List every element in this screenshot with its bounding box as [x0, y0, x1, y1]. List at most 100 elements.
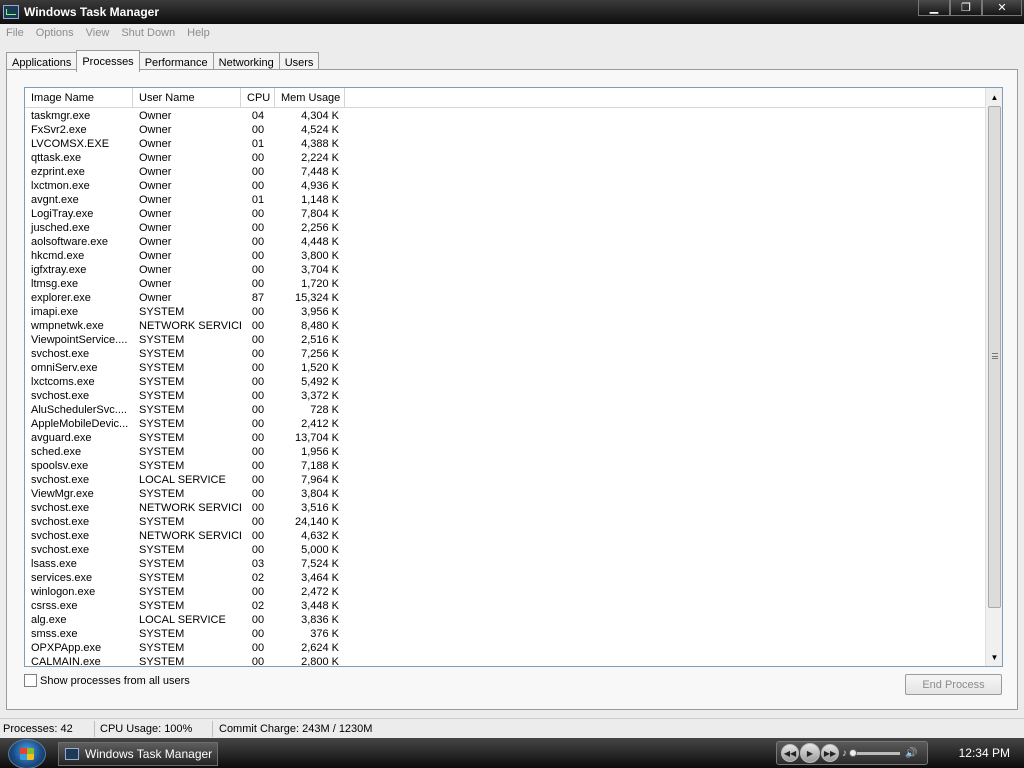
menu-options[interactable]: Options: [30, 27, 80, 39]
process-row[interactable]: svchost.exe SYSTEM 00 24,140 K: [25, 515, 987, 529]
process-row[interactable]: explorer.exe Owner 87 15,324 K: [25, 291, 987, 305]
process-row[interactable]: hkcmd.exe Owner 00 3,800 K: [25, 249, 987, 263]
process-cpu: 00: [251, 278, 265, 290]
process-row[interactable]: csrss.exe SYSTEM 02 3,448 K: [25, 599, 987, 613]
process-row[interactable]: ltmsg.exe Owner 00 1,720 K: [25, 277, 987, 291]
scroll-thumb[interactable]: [988, 106, 1001, 608]
show-all-users-label[interactable]: Show processes from all users: [40, 675, 190, 687]
column-image-name[interactable]: Image Name: [25, 88, 133, 108]
process-cpu: 00: [251, 544, 265, 556]
minimize-button[interactable]: ▁: [918, 0, 950, 16]
process-name: winlogon.exe: [31, 586, 96, 598]
process-row[interactable]: OPXPApp.exe SYSTEM 00 2,624 K: [25, 641, 987, 655]
process-row[interactable]: omniServ.exe SYSTEM 00 1,520 K: [25, 361, 987, 375]
process-cpu: 02: [251, 600, 265, 612]
process-mem: 3,836 K: [301, 614, 339, 626]
process-list[interactable]: Image Name User Name CPU Mem Usage taskm…: [24, 87, 1003, 667]
process-row[interactable]: AluSchedulerSvc.... SYSTEM 00 728 K: [25, 403, 987, 417]
volume-slider[interactable]: [849, 748, 900, 757]
process-mem: 5,492 K: [301, 376, 339, 388]
scroll-down-button[interactable]: ▼: [988, 650, 1001, 664]
process-row[interactable]: AppleMobileDevic... SYSTEM 00 2,412 K: [25, 417, 987, 431]
process-row[interactable]: svchost.exe LOCAL SERVICE 00 7,964 K: [25, 473, 987, 487]
process-row[interactable]: svchost.exe SYSTEM 00 5,000 K: [25, 543, 987, 557]
process-row[interactable]: qttask.exe Owner 00 2,224 K: [25, 151, 987, 165]
process-row[interactable]: lsass.exe SYSTEM 03 7,524 K: [25, 557, 987, 571]
process-row[interactable]: CALMAIN.exe SYSTEM 00 2,800 K: [25, 655, 987, 666]
process-mem: 1,148 K: [301, 194, 339, 206]
process-row[interactable]: sched.exe SYSTEM 00 1,956 K: [25, 445, 987, 459]
process-row[interactable]: igfxtray.exe Owner 00 3,704 K: [25, 263, 987, 277]
process-row[interactable]: spoolsv.exe SYSTEM 00 7,188 K: [25, 459, 987, 473]
process-row[interactable]: ezprint.exe Owner 00 7,448 K: [25, 165, 987, 179]
process-user: SYSTEM: [139, 376, 185, 388]
end-process-button[interactable]: End Process: [905, 674, 1002, 695]
minimize-icon: ▁: [929, 2, 939, 14]
menu-bar: File Options View Shut Down Help: [0, 24, 1024, 42]
process-row[interactable]: svchost.exe NETWORK SERVICE 00 3,516 K: [25, 501, 987, 515]
show-all-users-checkbox[interactable]: [24, 674, 37, 687]
start-button[interactable]: [8, 739, 46, 768]
process-mem: 4,448 K: [301, 236, 339, 248]
process-row[interactable]: LVCOMSX.EXE Owner 01 4,388 K: [25, 137, 987, 151]
process-name: alg.exe: [31, 614, 67, 626]
process-name: hkcmd.exe: [31, 250, 85, 262]
scroll-up-button[interactable]: ▲: [988, 90, 1001, 104]
process-row[interactable]: svchost.exe SYSTEM 00 3,372 K: [25, 389, 987, 403]
process-row[interactable]: ViewpointService.... SYSTEM 00 2,516 K: [25, 333, 987, 347]
menu-shut-down[interactable]: Shut Down: [115, 27, 181, 39]
column-cpu[interactable]: CPU: [241, 88, 275, 108]
process-row[interactable]: jusched.exe Owner 00 2,256 K: [25, 221, 987, 235]
process-row[interactable]: LogiTray.exe Owner 00 7,804 K: [25, 207, 987, 221]
previous-track-button[interactable]: ◀◀: [781, 744, 799, 762]
vertical-scrollbar[interactable]: ▲ ▼: [985, 88, 1002, 666]
process-row[interactable]: avgnt.exe Owner 01 1,148 K: [25, 193, 987, 207]
process-name: avguard.exe: [31, 432, 92, 444]
column-user-name[interactable]: User Name: [133, 88, 241, 108]
process-mem: 3,464 K: [301, 572, 339, 584]
taskbar-clock[interactable]: 12:34 PM: [959, 738, 1010, 768]
volume-slider-knob[interactable]: [849, 748, 857, 757]
process-row[interactable]: avguard.exe SYSTEM 00 13,704 K: [25, 431, 987, 445]
process-mem: 1,520 K: [301, 362, 339, 374]
process-name: ezprint.exe: [31, 166, 85, 178]
process-row[interactable]: svchost.exe NETWORK SERVICE 00 4,632 K: [25, 529, 987, 543]
process-mem: 24,140 K: [294, 516, 339, 528]
show-all-users-option[interactable]: Show processes from all users: [24, 674, 190, 687]
process-mem: 376 K: [310, 628, 339, 640]
process-cpu: 00: [251, 432, 265, 444]
process-name: svchost.exe: [31, 502, 90, 514]
menu-file[interactable]: File: [0, 27, 30, 39]
process-row[interactable]: aolsoftware.exe Owner 00 4,448 K: [25, 235, 987, 249]
close-button[interactable]: ✕: [982, 0, 1022, 16]
process-row[interactable]: lxctcoms.exe SYSTEM 00 5,492 K: [25, 375, 987, 389]
mute-icon[interactable]: ♪: [842, 748, 847, 759]
process-name: igfxtray.exe: [31, 264, 87, 276]
taskbar-task-manager-button[interactable]: Windows Task Manager: [58, 742, 218, 766]
process-row[interactable]: imapi.exe SYSTEM 00 3,956 K: [25, 305, 987, 319]
play-button[interactable]: ▶: [800, 743, 820, 763]
process-name: ViewMgr.exe: [31, 488, 94, 500]
process-row[interactable]: alg.exe LOCAL SERVICE 00 3,836 K: [25, 613, 987, 627]
menu-view[interactable]: View: [80, 27, 116, 39]
process-name: lxctmon.exe: [31, 180, 90, 192]
process-mem: 7,804 K: [301, 208, 339, 220]
process-row[interactable]: svchost.exe SYSTEM 00 7,256 K: [25, 347, 987, 361]
process-row[interactable]: wmpnetwk.exe NETWORK SERVICE 00 8,480 K: [25, 319, 987, 333]
process-row[interactable]: taskmgr.exe Owner 04 4,304 K: [25, 109, 987, 123]
next-track-button[interactable]: ▶▶: [821, 744, 839, 762]
process-cpu: 00: [251, 586, 265, 598]
column-mem-usage[interactable]: Mem Usage: [275, 88, 345, 108]
process-row[interactable]: winlogon.exe SYSTEM 00 2,472 K: [25, 585, 987, 599]
process-user: LOCAL SERVICE: [139, 614, 226, 626]
tab-processes[interactable]: Processes: [76, 50, 140, 72]
process-row[interactable]: lxctmon.exe Owner 00 4,936 K: [25, 179, 987, 193]
menu-help[interactable]: Help: [181, 27, 216, 39]
process-user: SYSTEM: [139, 460, 185, 472]
restore-button[interactable]: ❐: [950, 0, 982, 16]
process-row[interactable]: services.exe SYSTEM 02 3,464 K: [25, 571, 987, 585]
process-row[interactable]: smss.exe SYSTEM 00 376 K: [25, 627, 987, 641]
process-row[interactable]: ViewMgr.exe SYSTEM 00 3,804 K: [25, 487, 987, 501]
process-row[interactable]: FxSvr2.exe Owner 00 4,524 K: [25, 123, 987, 137]
process-cpu: 00: [251, 502, 265, 514]
